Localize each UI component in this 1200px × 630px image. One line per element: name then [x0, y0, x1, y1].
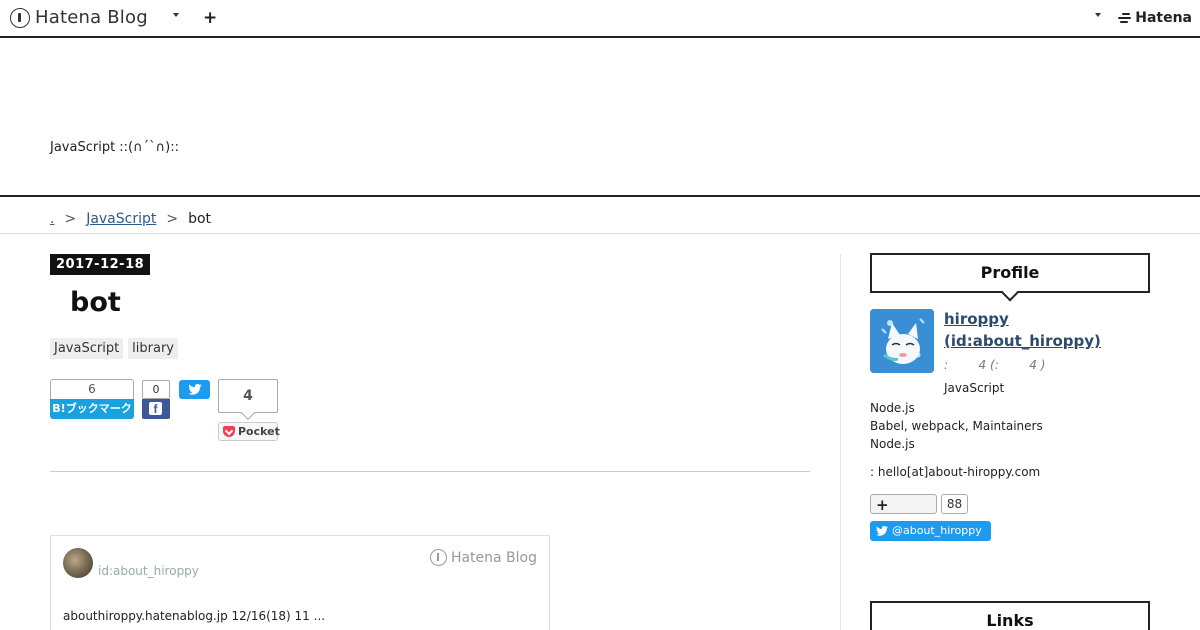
follower-count[interactable]: 88 — [941, 494, 968, 514]
profile-description: JavaScript — [944, 381, 1005, 395]
profile-module-title: Profile — [870, 253, 1150, 293]
hatena-bookmark-count[interactable]: 6 — [50, 379, 134, 399]
profile-name-link[interactable]: hiroppy (id:about_hiroppy) — [944, 308, 1144, 352]
article-divider — [50, 471, 810, 472]
category-tag[interactable]: library — [128, 338, 178, 359]
hatena-blog-logo-text: Hatena Blog — [35, 7, 148, 28]
profile-avatar[interactable] — [870, 309, 934, 373]
hatena-blog-logo-icon — [10, 7, 30, 28]
hatena-logo[interactable]: Hatena — [1118, 10, 1192, 26]
breadcrumb-separator: > — [166, 211, 179, 227]
breadcrumb-category-link[interactable]: JavaScript — [86, 211, 156, 227]
profile-description-line: Node.js — [870, 437, 915, 451]
profile-meta: : 4 (: 4 ) — [944, 358, 1046, 372]
hatena-bookmark-button[interactable]: B!ブックマーク — [50, 399, 134, 419]
embed-text: abouthiroppy.hatenablog.jp 12/16(18) 11 … — [63, 609, 326, 623]
global-header: Hatena Blog + Hatena — [0, 0, 1200, 38]
user-menu-chevron-down-icon[interactable] — [1095, 13, 1101, 17]
embed-user-link[interactable]: id:about_hiroppy — [98, 564, 199, 578]
follow-button[interactable]: + — [870, 494, 937, 514]
facebook-share-button[interactable]: f — [142, 399, 170, 419]
embed-brand-text: Hatena Blog — [450, 549, 537, 566]
links-module-title: Links — [870, 601, 1150, 630]
blog-header: JavaScript ::(∩´`∩):: — [0, 40, 1200, 197]
entry-title[interactable]: bot — [70, 287, 121, 318]
embedded-blog-card[interactable]: id:about_hiroppy Hatena Blog abouthiropp… — [50, 535, 550, 630]
profile-id: (id:about_hiroppy) — [944, 332, 1101, 350]
hatena-blog-logo[interactable]: Hatena Blog — [10, 7, 148, 28]
breadcrumb-separator: > — [64, 211, 77, 227]
profile-description-line: Babel, webpack, Maintainers — [870, 419, 1043, 433]
facebook-icon: f — [149, 402, 162, 416]
profile-description-line: Node.js — [870, 401, 915, 415]
pocket-count: 4 — [218, 379, 278, 413]
category-tag[interactable]: JavaScript — [50, 338, 124, 359]
hatena-logo-text: Hatena — [1135, 10, 1192, 26]
twitter-bird-icon — [188, 384, 202, 395]
twitter-share-button[interactable] — [179, 380, 210, 399]
twitter-handle: @about_hiroppy — [892, 524, 982, 537]
entry-categories: JavaScript library — [50, 338, 183, 359]
breadcrumb: . > JavaScript > bot — [0, 198, 1200, 234]
hatena-blog-logo-icon — [429, 549, 447, 566]
plus-icon: + — [876, 496, 889, 514]
profile-avatar-image — [870, 309, 934, 373]
profile-description-lines: Node.js Babel, webpack, Maintainers Node… — [870, 399, 1043, 453]
sidebar-divider — [840, 254, 841, 630]
avatar[interactable] — [63, 548, 93, 578]
facebook-share-count: 0 — [142, 380, 170, 399]
breadcrumb-current: bot — [188, 211, 212, 227]
blog-menu-chevron-down-icon[interactable] — [173, 13, 179, 17]
pocket-button[interactable]: Pocket — [218, 422, 280, 441]
hatena-mark-icon — [1118, 13, 1132, 23]
add-entry-button[interactable]: + — [203, 8, 217, 28]
twitter-bird-icon — [876, 526, 888, 536]
twitter-follow-button[interactable]: @about_hiroppy — [870, 521, 991, 541]
entry-date[interactable]: 2017-12-18 — [50, 254, 151, 275]
embed-hatena-blog-brand[interactable]: Hatena Blog — [429, 549, 537, 566]
breadcrumb-home-link[interactable]: . — [50, 211, 54, 227]
profile-contact: : hello[at]about-hiroppy.com — [870, 465, 1041, 479]
profile-name: hiroppy — [944, 310, 1009, 328]
blog-description: JavaScript ::(∩´`∩):: — [50, 140, 179, 155]
